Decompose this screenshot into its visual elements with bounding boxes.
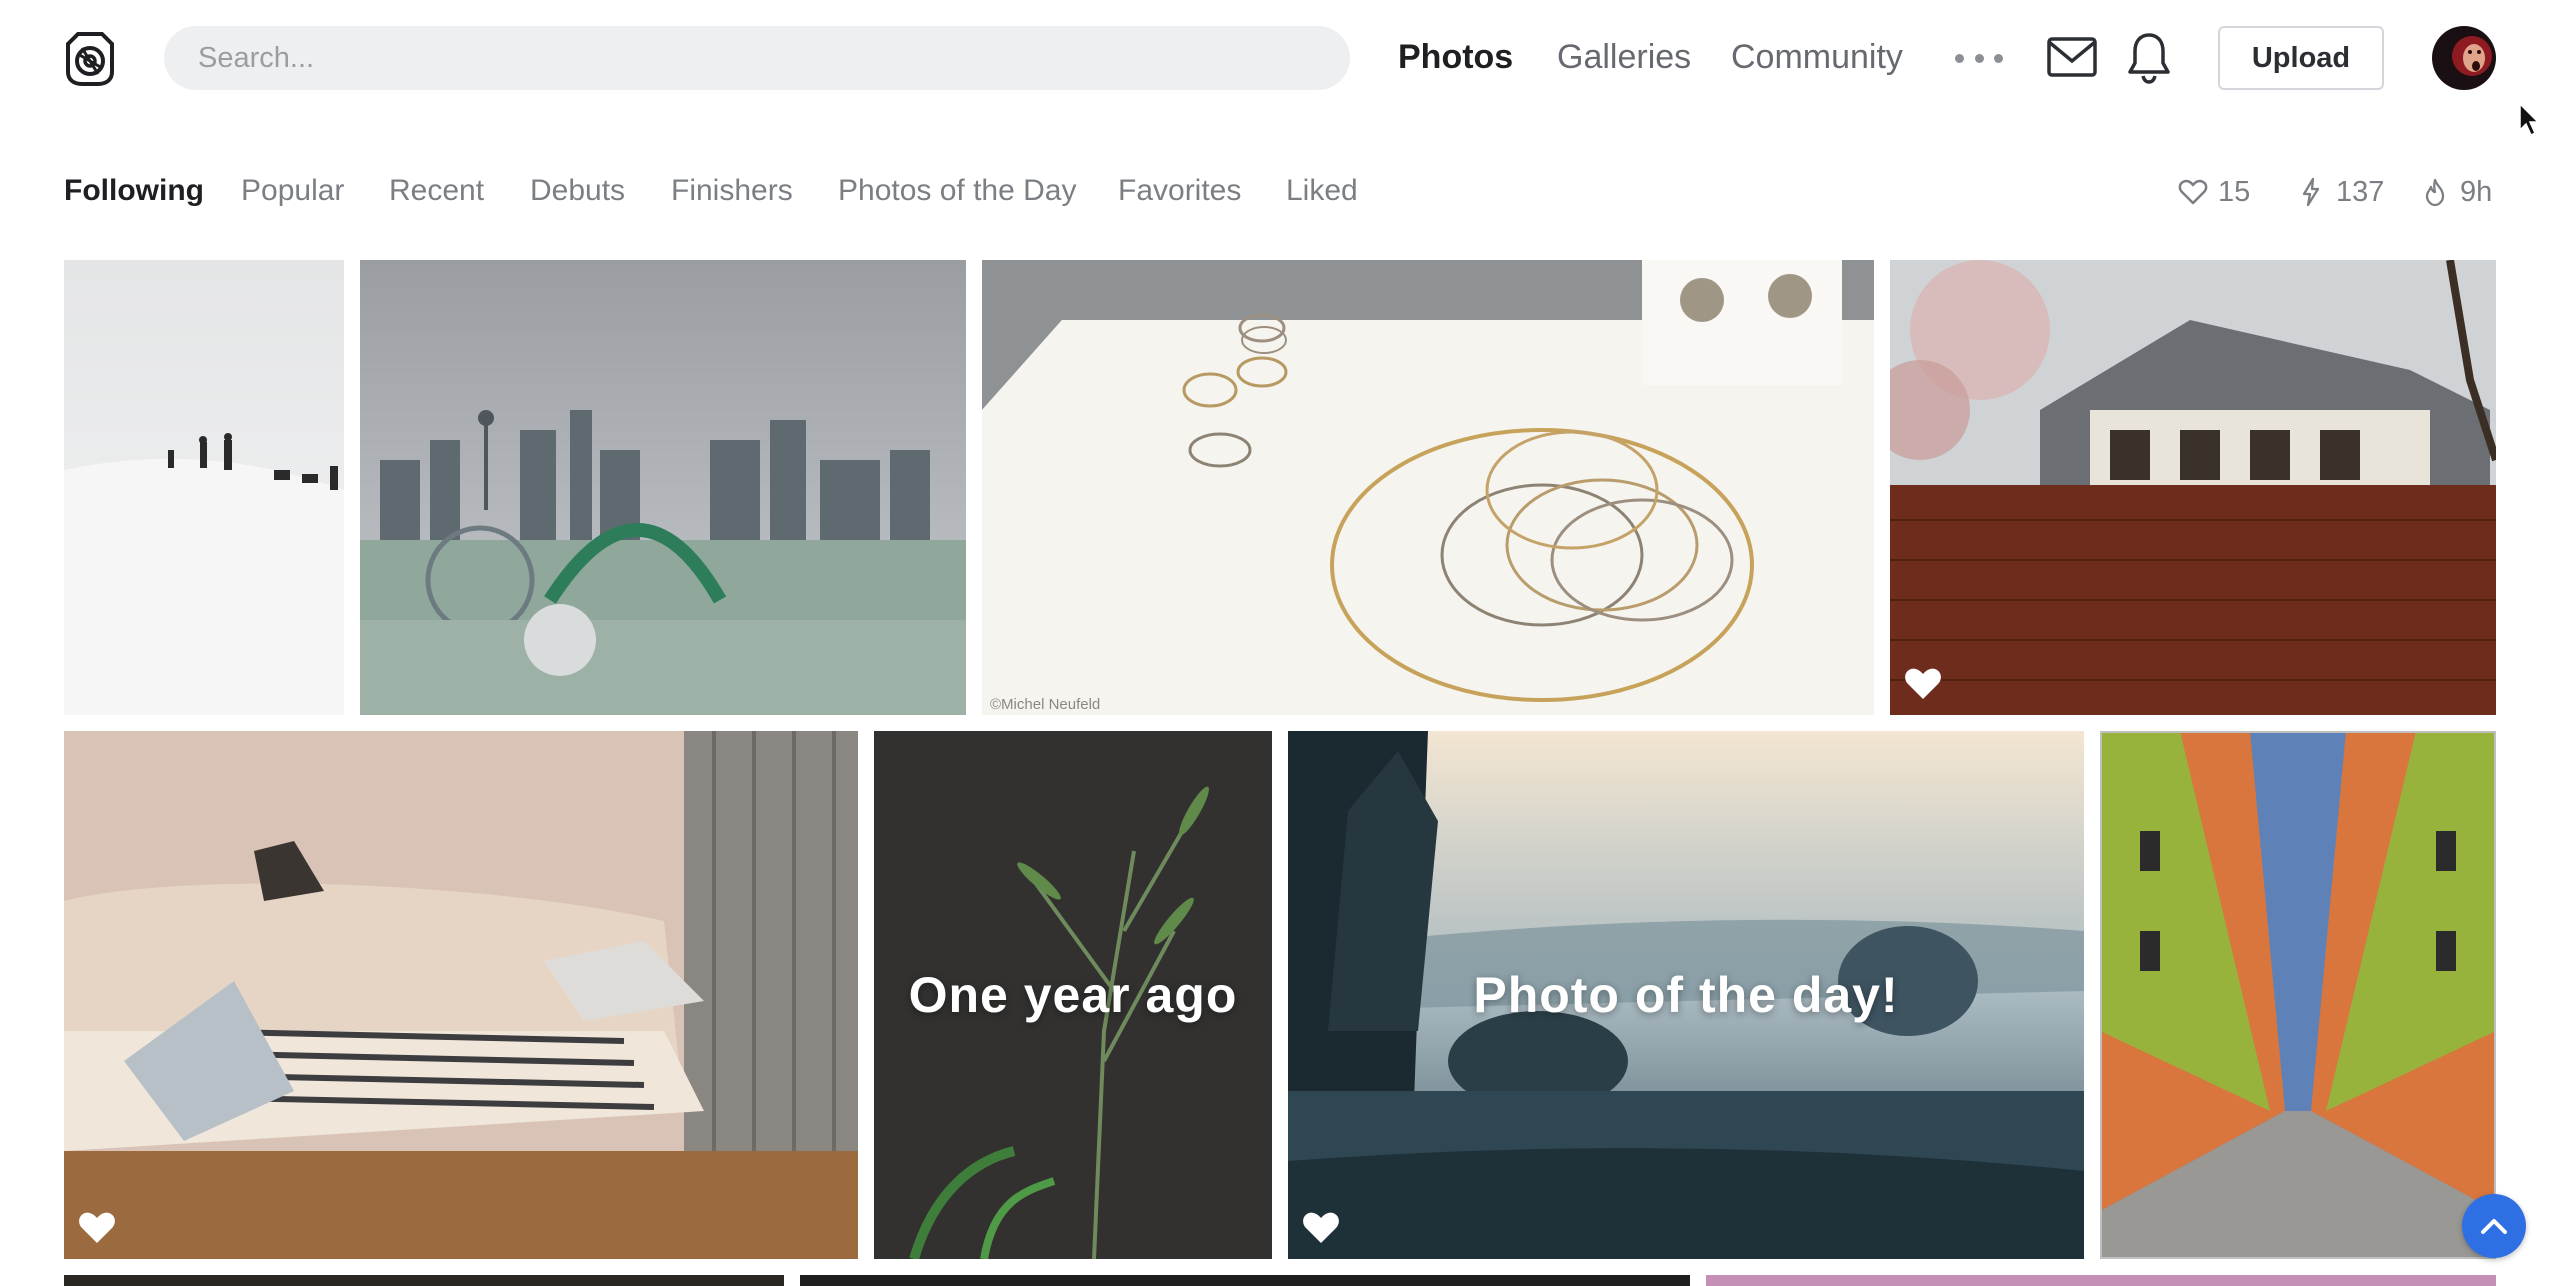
- bell-icon[interactable]: [2126, 30, 2172, 84]
- pulse-stat: 137: [2296, 172, 2384, 212]
- photo-sofa[interactable]: [64, 731, 858, 1259]
- photo-image: [2100, 731, 2496, 1259]
- photo-city-skyline[interactable]: [360, 260, 966, 715]
- flame-icon: [2425, 178, 2445, 207]
- tab-favorites[interactable]: Favorites: [1118, 174, 1241, 208]
- nav-photos[interactable]: Photos: [1398, 38, 1513, 77]
- tab-photos-of-the-day[interactable]: Photos of the Day: [838, 174, 1076, 208]
- heart-icon[interactable]: [78, 1211, 116, 1245]
- mouse-cursor-icon: [2518, 102, 2542, 138]
- heart-icon[interactable]: [1904, 667, 1942, 701]
- tab-recent[interactable]: Recent: [389, 174, 484, 208]
- upload-button[interactable]: Upload: [2218, 26, 2384, 90]
- scroll-to-top-button[interactable]: [2462, 1194, 2526, 1258]
- time-value: 9h: [2460, 175, 2493, 208]
- photo-colorful-alley[interactable]: [2100, 731, 2496, 1259]
- likes-count: 15: [2218, 175, 2251, 208]
- heart-icon[interactable]: [1302, 1211, 1340, 1245]
- search-input[interactable]: [164, 26, 1350, 90]
- nav-galleries[interactable]: Galleries: [1557, 38, 1691, 77]
- photo-snow-hikers[interactable]: [64, 260, 344, 715]
- pulse-count: 137: [2336, 175, 2385, 208]
- photo-row3-3[interactable]: [1706, 1275, 2496, 1286]
- tab-finishers[interactable]: Finishers: [671, 174, 793, 208]
- photo-row3-1[interactable]: [64, 1275, 784, 1286]
- photo-foggy-landscape[interactable]: Photo of the day!: [1288, 731, 2084, 1259]
- photo-image: [64, 260, 344, 715]
- heart-outline-icon: [2178, 179, 2208, 205]
- dot: [1974, 53, 1984, 63]
- nav-community[interactable]: Community: [1731, 38, 1903, 77]
- photo-row3-2[interactable]: [800, 1275, 1690, 1286]
- time-stat: 9h: [2420, 172, 2492, 212]
- tab-following[interactable]: Following: [64, 174, 204, 208]
- 500px-logo-icon[interactable]: [64, 30, 116, 86]
- chevron-up-icon: [2481, 1219, 2507, 1234]
- dot: [1994, 53, 2003, 63]
- avatar[interactable]: [2432, 26, 2496, 90]
- photo-japanese-temple[interactable]: [1890, 260, 2496, 715]
- more-menu-icon[interactable]: [1955, 40, 2003, 76]
- one-year-ago-label: One year ago: [908, 967, 1238, 1023]
- photo-image: [64, 731, 858, 1259]
- photo-image: [360, 260, 966, 715]
- mail-icon[interactable]: [2046, 34, 2098, 80]
- top-navigation: Photos Galleries Community Upload: [0, 0, 2554, 137]
- photo-image: [1890, 260, 2496, 715]
- photo-plant-one-year-ago[interactable]: One year ago: [874, 731, 1272, 1259]
- dot: [1955, 53, 1964, 63]
- photo-image: [982, 260, 1874, 715]
- photo-of-the-day-label: Photo of the day!: [1473, 967, 1899, 1023]
- photo-jewelry[interactable]: ©Michel Neufeld: [982, 260, 1874, 715]
- likes-stat: 15: [2178, 172, 2250, 212]
- photo-watermark: ©Michel Neufeld: [990, 696, 1101, 713]
- tab-popular[interactable]: Popular: [241, 174, 344, 208]
- bolt-icon: [2302, 177, 2320, 207]
- tab-debuts[interactable]: Debuts: [530, 174, 625, 208]
- tab-liked[interactable]: Liked: [1286, 174, 1358, 208]
